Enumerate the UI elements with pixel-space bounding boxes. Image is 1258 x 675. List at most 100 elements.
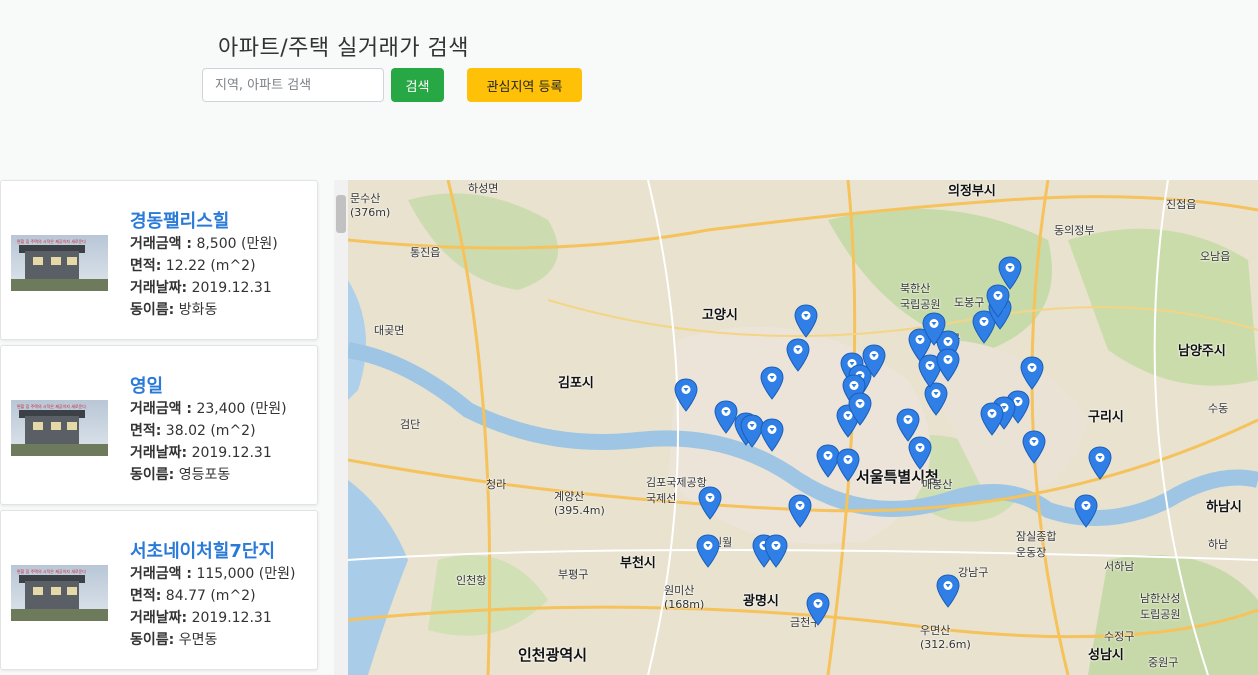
date-row: 거래날짜: 2019.12.31 (130, 607, 272, 627)
date-value: 2019.12.31 (187, 445, 272, 461)
apartment-name[interactable]: 경동팰리스힐 (130, 207, 229, 233)
map-pin-icon[interactable] (922, 312, 946, 346)
listing-scrollbar[interactable] (334, 180, 348, 675)
map-pin-icon[interactable] (862, 344, 886, 378)
apartment-thumbnail: 편할 집 주택의 시작은 제공이자 새로운다 (11, 235, 108, 291)
map-pin-icon[interactable] (848, 392, 872, 426)
map-label-uijeongbu: 의정부시 (948, 184, 996, 199)
thumbnail-caption: 편할 집 주택의 시작은 제공이자 새로운다 (17, 404, 86, 409)
dong-label: 동이름: (130, 302, 175, 318)
map-label-munsusan: 문수산 (376m) (350, 192, 391, 219)
map-pin-icon[interactable] (794, 304, 818, 338)
price-row: 거래금액 : 8,500 (만원) (130, 233, 278, 253)
map-label-sujeong: 수정구 (1104, 630, 1135, 643)
map-label-cheongna: 청라 (486, 478, 507, 491)
area-row: 면적: 12.22 (m^2) (130, 255, 256, 275)
apartment-thumbnail: 편할 집 주택의 시작은 제공이자 새로운다 (11, 565, 108, 621)
map-pin-icon[interactable] (788, 494, 812, 528)
map-label-hanam: 하남시 (1206, 500, 1242, 515)
price-label: 거래금액 : (130, 566, 192, 582)
price-row: 거래금액 : 115,000 (만원) (130, 563, 295, 583)
register-interest-area-button[interactable]: 관심지역 등록 (467, 68, 582, 102)
map-label-daegot: 대곶면 (374, 324, 405, 337)
listing-scrollbar-thumb[interactable] (336, 195, 346, 233)
date-row: 거래날짜: 2019.12.31 (130, 442, 272, 462)
map-label-dongducheon: 동의정부 (1054, 224, 1095, 237)
map-label-gimpo: 김포시 (558, 376, 594, 391)
map-pin-icon[interactable] (980, 402, 1004, 436)
listing-card[interactable]: 편할 집 주택의 시작은 제공이자 새로운다 경동팰리스힐 거래금액 : 8,5… (0, 180, 318, 340)
thumbnail-caption: 편할 집 주택의 시작은 제공이자 새로운다 (17, 569, 86, 574)
dong-label: 동이름: (130, 632, 175, 648)
map-label-namhansanseong: 남한산성 도립공원 (1140, 592, 1181, 621)
map-label-gyeyangsan: 계양산 (395.4m) (554, 490, 605, 517)
map-label-wonmisan: 원미산 (168m) (664, 584, 705, 611)
date-value: 2019.12.31 (187, 610, 272, 626)
map-pin-icon[interactable] (936, 348, 960, 382)
map-pin-icon[interactable] (806, 592, 830, 626)
map-label-incheon: 인천광역시 (518, 646, 588, 664)
dong-row: 동이름: 우면동 (130, 629, 217, 649)
map-label-geomdan: 검단 (400, 418, 421, 431)
map-label-onam: 오남읍 (1200, 250, 1231, 263)
map-label-goyang: 고양시 (702, 308, 738, 323)
map-pin-icon[interactable] (696, 534, 720, 568)
map-pin-icon[interactable] (1074, 494, 1098, 528)
map-pin-icon[interactable] (1022, 430, 1046, 464)
map-label-namyangju: 남양주시 (1178, 344, 1226, 359)
map-label-bupyeong: 부평구 (558, 568, 589, 581)
map-label-haseong: 하성면 (468, 182, 499, 195)
date-label: 거래날짜: (130, 445, 188, 461)
map-pin-icon[interactable] (674, 378, 698, 412)
map-pin-icon[interactable] (896, 408, 920, 442)
map-label-seongnam: 성남시 (1088, 648, 1124, 663)
map-label-jamsil: 잠실종합 운동장 (1016, 530, 1057, 559)
listing-card[interactable]: 편할 집 주택의 시작은 제공이자 새로운다 서초네이처힐7단지 거래금액 : … (0, 510, 318, 670)
map-pin-icon[interactable] (1020, 356, 1044, 390)
date-label: 거래날짜: (130, 610, 188, 626)
price-label: 거래금액 : (130, 236, 192, 252)
map-pin-icon[interactable] (760, 366, 784, 400)
area-label: 면적: (130, 588, 162, 604)
map-view[interactable]: 서울특별시청 인천광역시 고양시 김포시 부천시 광명시 구리시 하남시 성남시… (348, 180, 1258, 675)
map-pin-icon[interactable] (786, 338, 810, 372)
dong-value: 영등포동 (174, 467, 231, 483)
map-pin-icon[interactable] (698, 486, 722, 520)
map-base-layer (348, 180, 1258, 675)
page-header: 아파트/주택 실거래가 검색 검색 관심지역 등록 (0, 0, 1258, 180)
map-label-guri: 구리시 (1088, 410, 1124, 425)
area-label: 면적: (130, 258, 162, 274)
map-label-seohanam: 서하남 (1104, 560, 1135, 573)
area-row: 면적: 38.02 (m^2) (130, 420, 256, 440)
dong-value: 우면동 (174, 632, 218, 648)
dong-row: 동이름: 영등포동 (130, 464, 230, 484)
date-row: 거래날짜: 2019.12.31 (130, 277, 272, 297)
price-value: 115,000 (만원) (192, 566, 296, 582)
map-label-tongjin: 통진읍 (410, 246, 441, 259)
map-pin-icon[interactable] (836, 448, 860, 482)
apartment-thumbnail: 편할 집 주택의 시작은 제공이자 새로운다 (11, 400, 108, 456)
map-label-jungwon: 중원구 (1148, 656, 1179, 669)
map-label-sudong: 수동 (1208, 402, 1229, 415)
map-label-jinjeop: 진접읍 (1166, 198, 1197, 211)
listing-card[interactable]: 편할 집 주택의 시작은 제공이자 새로운다 영일 거래금액 : 23,400 … (0, 345, 318, 505)
map-pin-icon[interactable] (760, 418, 784, 452)
search-button[interactable]: 검색 (391, 68, 444, 102)
area-label: 면적: (130, 423, 162, 439)
apartment-name[interactable]: 영일 (130, 372, 163, 398)
map-label-gwangmyeong: 광명시 (743, 594, 779, 609)
map-pin-icon[interactable] (1088, 446, 1112, 480)
price-value: 8,500 (만원) (192, 236, 278, 252)
map-label-hanam-ic: 하남 (1208, 538, 1229, 551)
price-label: 거래금액 : (130, 401, 192, 417)
map-pin-icon[interactable] (986, 284, 1010, 318)
map-pin-icon[interactable] (936, 574, 960, 608)
apartment-name[interactable]: 서초네이처힐7단지 (130, 537, 275, 563)
price-row: 거래금액 : 23,400 (만원) (130, 398, 287, 418)
date-label: 거래날짜: (130, 280, 188, 296)
area-row: 면적: 84.77 (m^2) (130, 585, 256, 605)
map-label-maebongsan: 매봉산 (922, 478, 953, 491)
map-pin-icon[interactable] (764, 534, 788, 568)
search-input[interactable] (202, 68, 384, 102)
dong-value: 방화동 (174, 302, 218, 318)
